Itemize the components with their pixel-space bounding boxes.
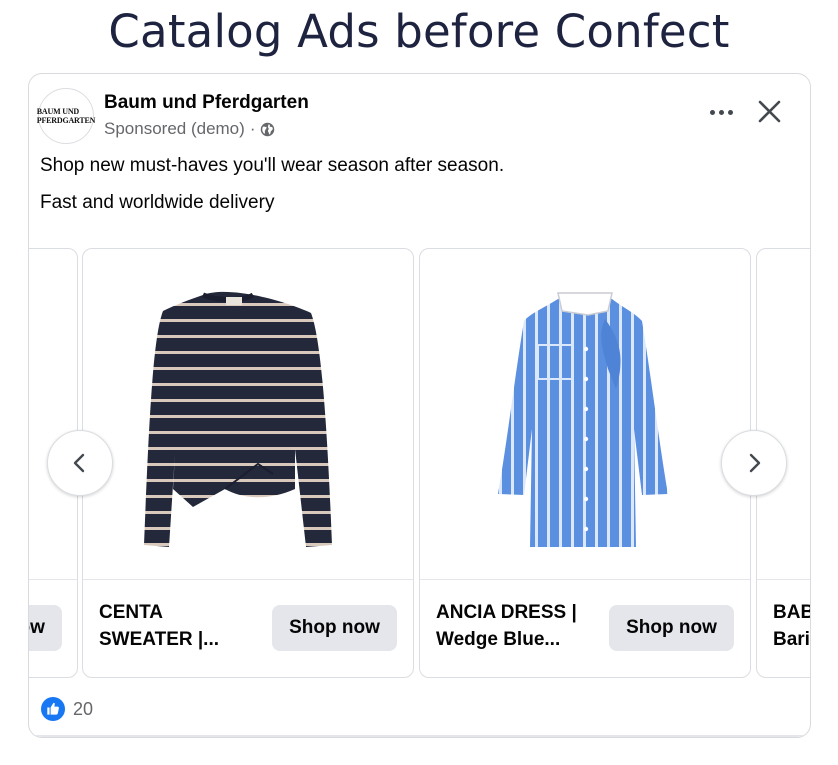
- close-icon[interactable]: [757, 99, 782, 124]
- product-image-sweater[interactable]: [83, 249, 413, 579]
- post-body-line-2: Fast and worldwide delivery: [40, 192, 275, 213]
- product-title[interactable]: BABETTE Barina: [773, 599, 810, 653]
- avatar-logo-text: BAUM UND PFERDGARTEN: [36, 107, 96, 125]
- carousel-card[interactable]: ANCIA DRESS | Wedge Blue... Shop now: [419, 248, 751, 678]
- page-heading: Catalog Ads before Confect: [108, 5, 730, 58]
- product-title[interactable]: ANCIA DRESS | Wedge Blue...: [436, 599, 611, 653]
- page-avatar[interactable]: BAUM UND PFERDGARTEN: [36, 88, 96, 144]
- carousel-next-button[interactable]: [721, 430, 787, 496]
- reactions-bar[interactable]: 20: [41, 697, 93, 721]
- shop-now-button[interactable]: Shop now: [272, 605, 397, 651]
- product-carousel: Shop now: [29, 248, 810, 678]
- card-divider: [29, 735, 810, 737]
- more-options-icon: [710, 110, 715, 115]
- page-name[interactable]: Baum und Pferdgarten: [104, 92, 309, 114]
- chevron-left-icon: [73, 453, 85, 473]
- carousel-card[interactable]: CENTA SWEATER |... Shop now: [82, 248, 414, 678]
- sponsored-label[interactable]: Sponsored (demo): [104, 119, 245, 139]
- striped-sweater-image: [144, 291, 332, 547]
- product-title[interactable]: CENTA SWEATER |...: [99, 599, 274, 653]
- post-body-line-1: Shop new must-haves you'll wear season a…: [40, 155, 505, 176]
- ad-post-card: BAUM UND PFERDGARTEN Baum und Pferdgarte…: [28, 73, 811, 738]
- separator-dot: ·: [249, 119, 256, 138]
- carousel-prev-button[interactable]: [47, 430, 113, 496]
- striped-shirt-dress-image: [498, 292, 668, 547]
- more-options-button[interactable]: [707, 100, 737, 124]
- shop-now-button[interactable]: Shop now: [609, 605, 734, 651]
- reaction-count[interactable]: 20: [73, 699, 93, 720]
- like-icon[interactable]: [41, 697, 65, 721]
- sponsored-line: Sponsored (demo) ·: [104, 119, 275, 139]
- shop-now-button[interactable]: Shop now: [29, 605, 62, 651]
- product-image-dress[interactable]: [420, 249, 750, 579]
- globe-icon[interactable]: [260, 122, 275, 137]
- chevron-right-icon: [749, 453, 761, 473]
